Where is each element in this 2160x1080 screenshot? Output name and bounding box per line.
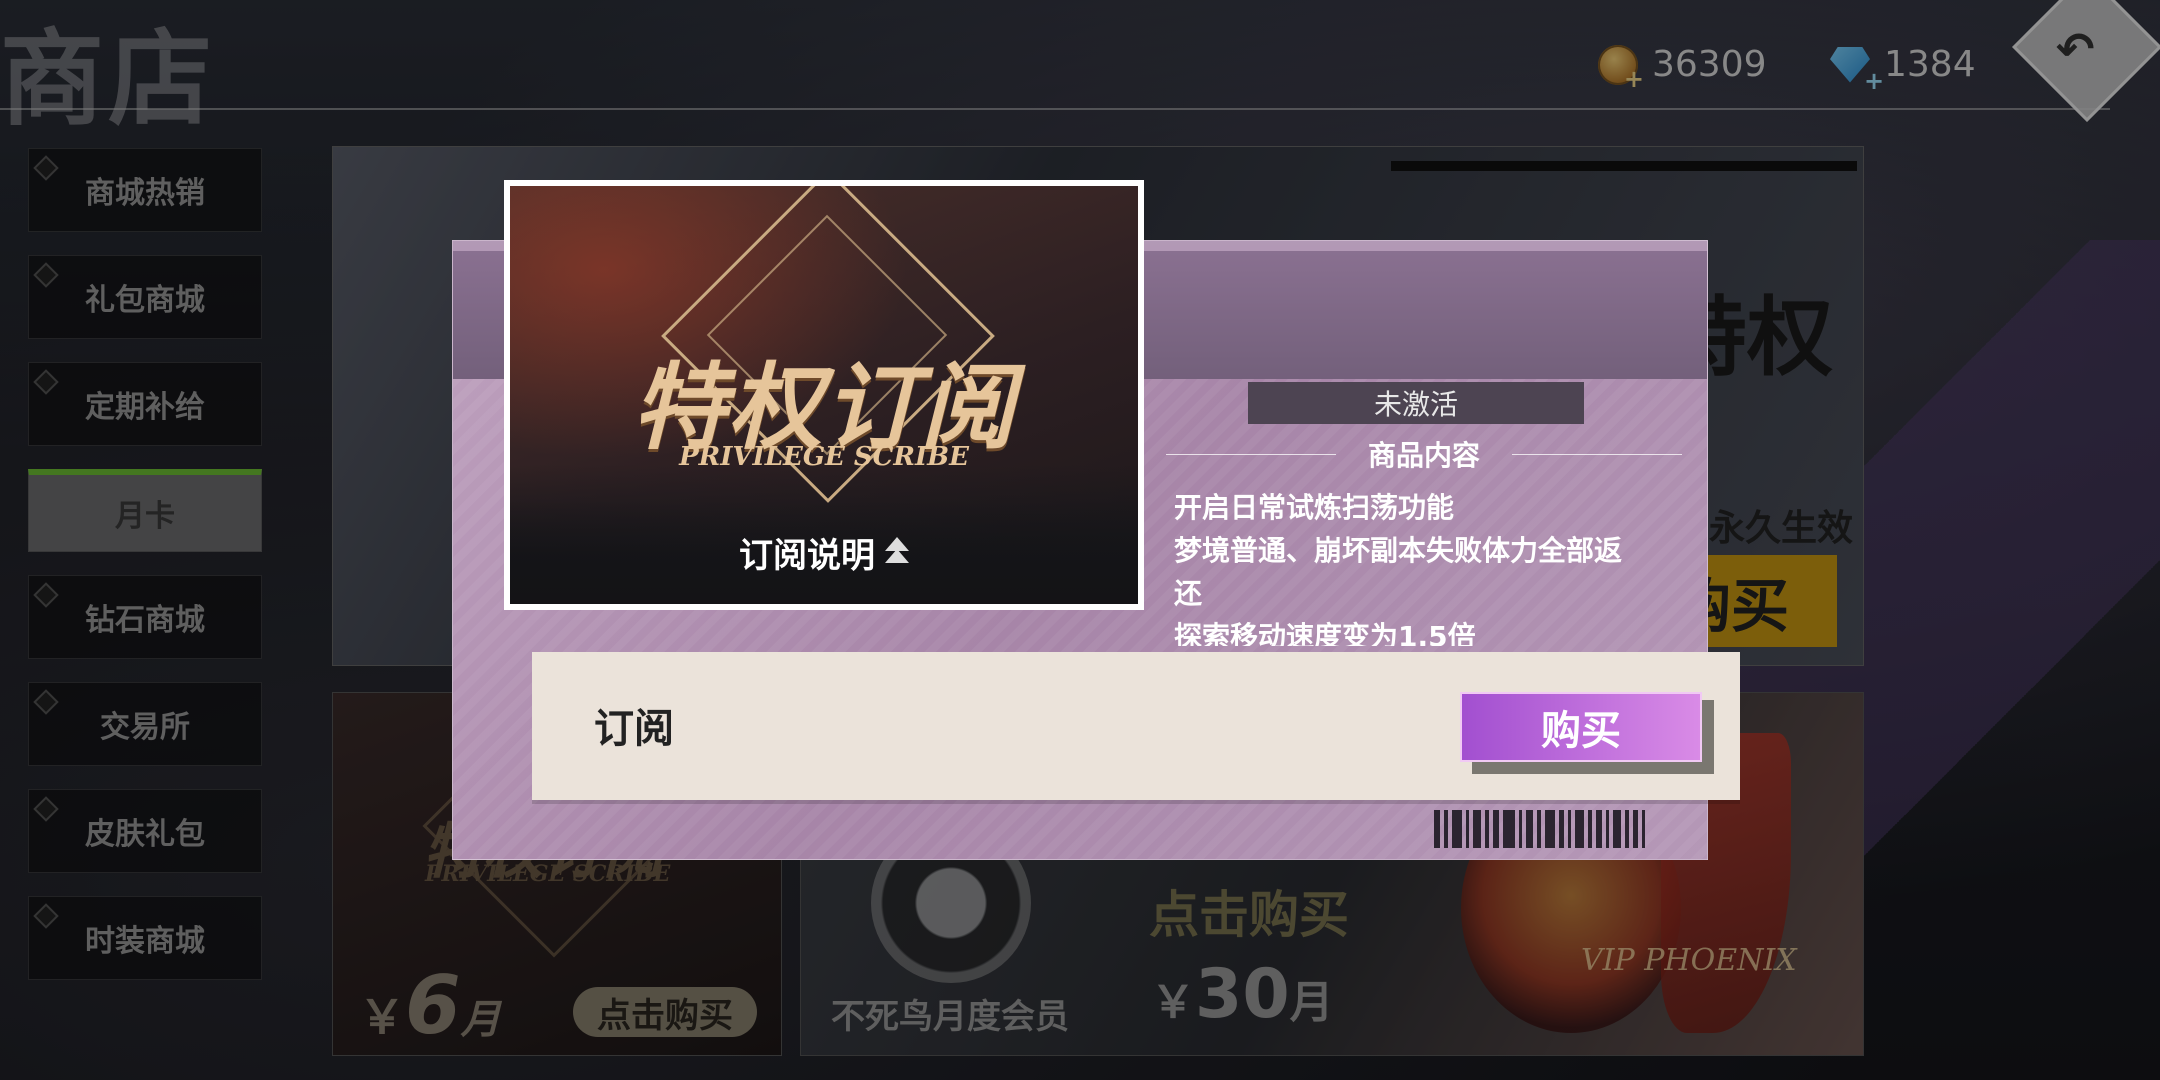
feature-item: 开启日常试炼扫荡功能 <box>1174 491 1455 524</box>
buy-button[interactable]: 购买 <box>1460 692 1702 762</box>
subscription-info-label: 订阅说明 <box>739 535 875 576</box>
subscription-info-toggle[interactable]: 订阅说明 <box>510 500 1138 604</box>
feature-item: 梦境普通、崩坏副本失败体力全部返 <box>1174 534 1623 567</box>
expand-up-icon <box>885 537 909 567</box>
purchase-bar: 订阅 购买 <box>532 652 1740 800</box>
feature-item: 还 <box>1174 577 1203 610</box>
barcode-decoration <box>1434 810 1645 848</box>
art-subtitle: PRIVILEGE SCRIBE <box>679 442 969 472</box>
purchase-bar-label: 订阅 <box>594 705 674 752</box>
feature-list[interactable]: 开启日常试炼扫荡功能 梦境普通、崩坏副本失败体力全部返 还 探索移动速度变为1.… <box>1174 486 1674 646</box>
activation-status: 未激活 <box>1248 382 1584 424</box>
feature-item: 探索移动速度变为1.5倍 <box>1174 620 1476 646</box>
content-heading: 商品内容 <box>1166 434 1682 474</box>
heading-line-right <box>1512 454 1682 455</box>
subscription-art-card[interactable]: 特权订阅 PRIVILEGE SCRIBE 订阅说明 <box>504 180 1144 610</box>
subscription-art: 特权订阅 PRIVILEGE SCRIBE 订阅说明 <box>510 186 1138 604</box>
